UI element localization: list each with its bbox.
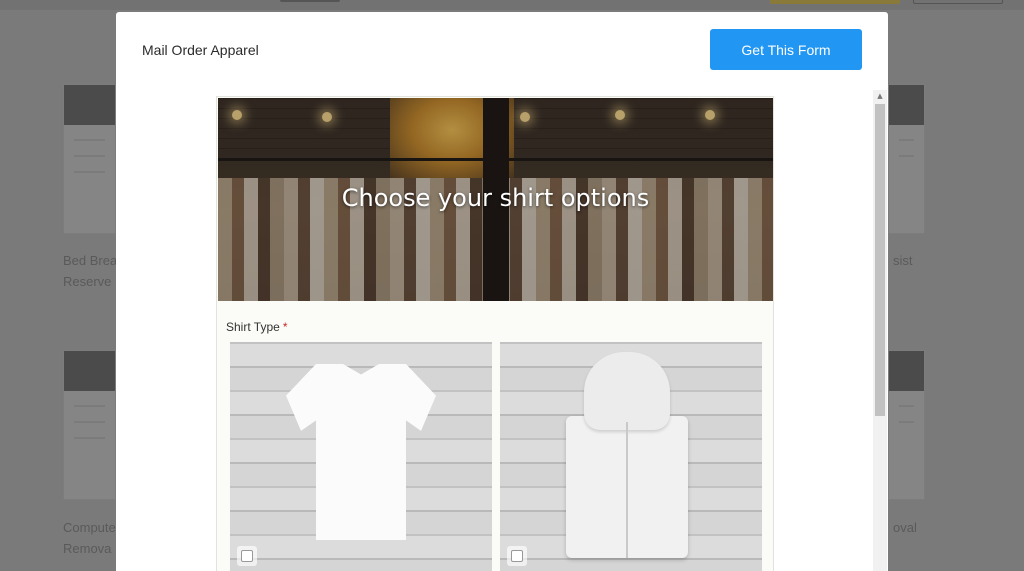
checkbox-icon[interactable]: [237, 546, 257, 566]
modal-title: Mail Order Apparel: [142, 42, 259, 58]
scroll-up-arrow-icon[interactable]: ▲: [873, 90, 887, 102]
background-card-title: Bed Brea: [63, 253, 118, 268]
hero-banner-image: Choose your shirt options: [218, 98, 773, 301]
background-card-title: sist: [893, 253, 913, 268]
white-tshirt-image: [286, 364, 436, 540]
background-template-card: [63, 350, 116, 500]
required-marker: *: [282, 320, 288, 334]
form-preview-modal: Mail Order Apparel Get This Form Choose …: [116, 12, 888, 571]
shirt-type-label: Shirt Type *: [226, 320, 287, 334]
scrollbar-thumb[interactable]: [875, 104, 885, 416]
checkbox-icon[interactable]: [507, 546, 527, 566]
shirt-type-label-text: Shirt Type: [226, 320, 280, 334]
form-preview-frame: Choose your shirt options Shirt Type *: [216, 96, 774, 571]
background-button: [280, 0, 340, 2]
shirt-option-tshirt[interactable]: [230, 342, 492, 571]
hoodie-hood-image: [584, 352, 670, 430]
background-card-title: Remova: [63, 541, 112, 556]
background-card-title: Compute: [63, 520, 116, 535]
background-template-card: [888, 84, 925, 234]
get-this-form-button[interactable]: Get This Form: [710, 29, 862, 70]
hoodie-zipper: [626, 422, 628, 558]
hero-heading: Choose your shirt options: [341, 184, 650, 212]
shirt-option-hoodie[interactable]: [500, 342, 762, 571]
background-template-card: [63, 84, 116, 234]
background-template-card: [888, 350, 925, 500]
background-card-title: oval: [893, 520, 917, 535]
background-card-title: Reserve: [63, 274, 112, 289]
preview-scrollbar[interactable]: ▲ ▼: [873, 90, 887, 571]
background-button: [770, 0, 900, 4]
background-button: [913, 0, 1003, 4]
